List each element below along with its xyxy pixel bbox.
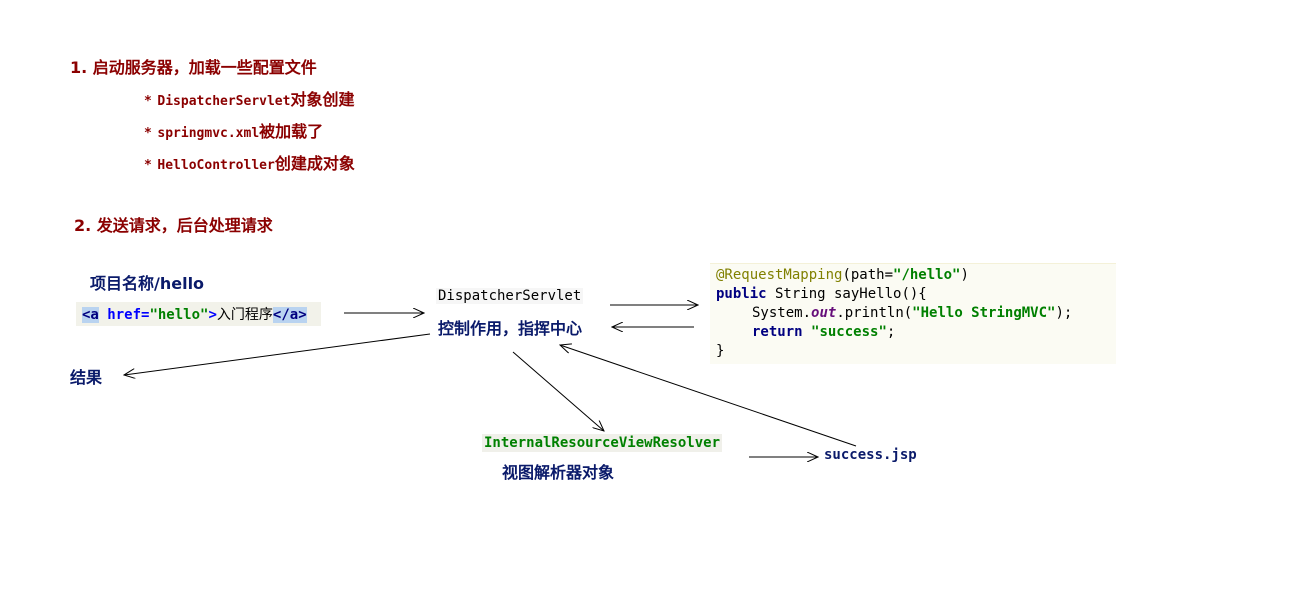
arrow-dispatcher-to-result — [124, 333, 431, 375]
arrow-success-to-dispatcher — [560, 345, 857, 447]
arrow-dispatcher-to-resolver — [512, 351, 604, 431]
flow-arrows — [0, 0, 857, 608]
